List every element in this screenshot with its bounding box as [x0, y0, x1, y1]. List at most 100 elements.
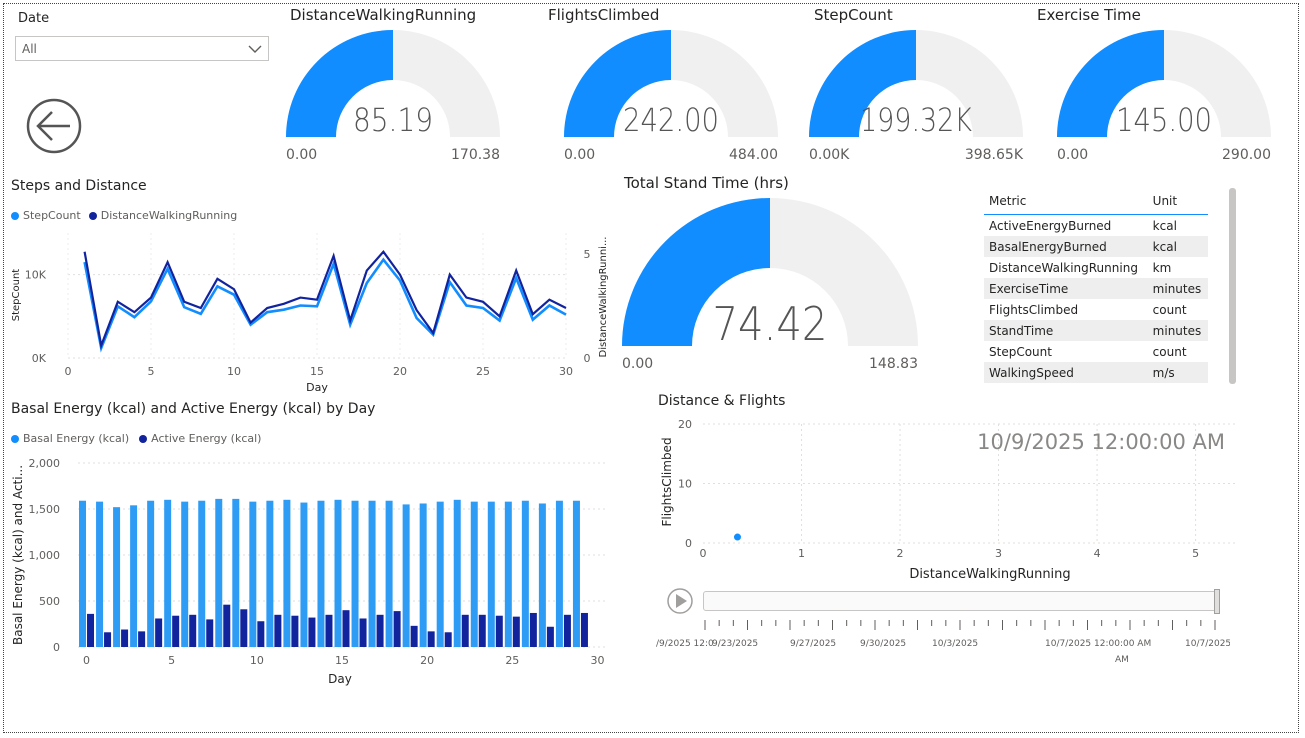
timeline-handle[interactable] — [1214, 589, 1220, 614]
bar-basal — [113, 507, 121, 647]
y-axis-label-right: DistanceWalkingRunni... — [598, 237, 609, 358]
bar-basal — [181, 501, 189, 647]
table-row[interactable]: ExerciseTime minutes — [984, 278, 1208, 299]
table-cell-unit: m/s — [1147, 362, 1208, 383]
timeline-label: 9/23/2025 — [712, 639, 758, 649]
x-tick: 25 — [505, 654, 519, 667]
table-scrollbar[interactable] — [1229, 188, 1236, 384]
steps-chart-title: Steps and Distance — [11, 178, 147, 194]
gauge-graphic: 74.42 0.00 148.83 — [622, 198, 918, 372]
bar-basal — [130, 505, 138, 647]
gauge-title: Exercise Time — [1037, 6, 1141, 24]
y-axis-label: FlightsClimbed — [660, 437, 674, 526]
table-row[interactable]: DistanceWalkingRunning km — [984, 257, 1208, 278]
gauge-min: 0.00 — [1057, 147, 1088, 163]
x-axis-label: Day — [328, 672, 352, 686]
table-header-unit: Unit — [1152, 194, 1178, 208]
bar-active — [206, 619, 214, 647]
bar-active — [512, 616, 520, 647]
x-tick: 30 — [590, 654, 604, 667]
bar-active — [325, 614, 333, 647]
gauge-title: StepCount — [814, 6, 893, 24]
bar-basal — [334, 499, 342, 647]
bar-active — [274, 614, 282, 647]
gauge-min: 0.00 — [622, 356, 653, 372]
date-slicer-dropdown[interactable]: All — [15, 36, 269, 61]
bar-basal — [572, 500, 580, 647]
gauge-min: 0.00K — [809, 147, 850, 163]
play-button[interactable] — [666, 587, 694, 615]
scatter-point — [733, 533, 741, 541]
legend-stepcount: StepCount — [23, 209, 81, 222]
bar-active — [138, 631, 146, 647]
x-tick: 30 — [559, 365, 573, 378]
table-cell-metric: FlightsClimbed — [989, 302, 1079, 317]
bar-basal — [164, 499, 172, 647]
bar-basal — [317, 500, 325, 647]
table-row[interactable]: ActiveEnergyBurned kcal — [984, 215, 1208, 237]
bar-active — [172, 615, 180, 647]
chevron-down-icon — [248, 45, 262, 53]
x-tick: 10 — [250, 654, 264, 667]
bar-active — [155, 618, 163, 647]
table-cell-metric: ActiveEnergyBurned — [989, 218, 1112, 233]
bar-active — [223, 604, 231, 647]
x-tick: 0 — [83, 654, 90, 667]
gauge-title: FlightsClimbed — [548, 6, 660, 24]
x-tick: 3 — [995, 547, 1002, 560]
bar-active — [529, 612, 537, 647]
bar-basal — [96, 501, 104, 647]
y-tick: 1,000 — [29, 549, 61, 562]
bar-basal — [555, 500, 563, 647]
bar-active — [257, 621, 265, 647]
gauge-min: 0.00 — [286, 147, 317, 163]
bar-active — [87, 613, 95, 647]
bar-active — [478, 614, 486, 647]
table-cell-metric: ExerciseTime — [984, 278, 1148, 299]
table-row[interactable]: BasalEnergyBurned kcal — [984, 236, 1208, 257]
x-tick: 0 — [700, 547, 707, 560]
table-row[interactable]: FlightsClimbed count — [984, 299, 1208, 320]
x-tick: 1 — [798, 547, 805, 560]
x-tick: 2 — [897, 547, 904, 560]
bar-basal — [198, 500, 206, 647]
table-row[interactable]: WalkingSpeed m/s — [984, 362, 1208, 383]
x-axis-label: Day — [306, 381, 328, 394]
timeline-track[interactable] — [703, 591, 1218, 611]
gauge-value: 85.19 — [353, 101, 433, 139]
play-axis-date-label: 10/9/2025 12:00:00 AM — [977, 430, 1225, 454]
gauge-value: 74.42 — [713, 297, 828, 351]
table-row[interactable]: StepCount count — [984, 341, 1208, 362]
bar-basal — [504, 501, 512, 647]
table-cell-unit: count — [1152, 302, 1187, 317]
bar-basal — [283, 499, 291, 647]
y-tick: 0 — [53, 641, 60, 654]
y-tick-left: 10K — [25, 269, 47, 282]
date-slicer-label: Date — [18, 11, 50, 26]
bar-active — [308, 617, 316, 647]
bar-basal — [249, 501, 257, 647]
gauge-graphic: 85.19 0.00 170.38 — [286, 30, 500, 163]
bar-active — [546, 626, 554, 647]
legend-marker-basal — [11, 434, 19, 443]
date-slicer-value: All — [22, 42, 37, 56]
table-row[interactable]: StandTime minutes — [984, 320, 1208, 341]
bar-basal — [419, 503, 427, 647]
gauge-min: 0.00 — [564, 147, 595, 163]
gauge-graphic: 145.00 0.00 290.00 — [1057, 30, 1271, 163]
bar-basal — [300, 502, 308, 647]
table-cell-metric: DistanceWalkingRunning — [989, 260, 1138, 275]
x-tick: 25 — [476, 365, 490, 378]
bar-active — [240, 609, 248, 647]
back-arrow-button[interactable] — [25, 97, 83, 155]
scatter-chart: 0 10 20 0 1 2 3 4 5 DistanceWalkingRunning Flights… — [660, 418, 1235, 582]
bar-basal — [215, 498, 223, 647]
energy-bar-chart: 0 500 1,000 1,500 2,000 0 5 10 15 20 25 30 Day Basal … — [11, 457, 606, 686]
timeline-label: 9/30/2025 — [860, 639, 906, 649]
gauge-title: DistanceWalkingRunning — [290, 6, 477, 24]
timeline-label: 10/7/2025 12:00:00 AM — [1045, 639, 1151, 649]
bar-active — [393, 611, 401, 647]
x-tick: 0 — [65, 365, 72, 378]
y-tick-right: 0 — [584, 352, 591, 365]
legend-distance: DistanceWalkingRunning — [100, 209, 238, 222]
